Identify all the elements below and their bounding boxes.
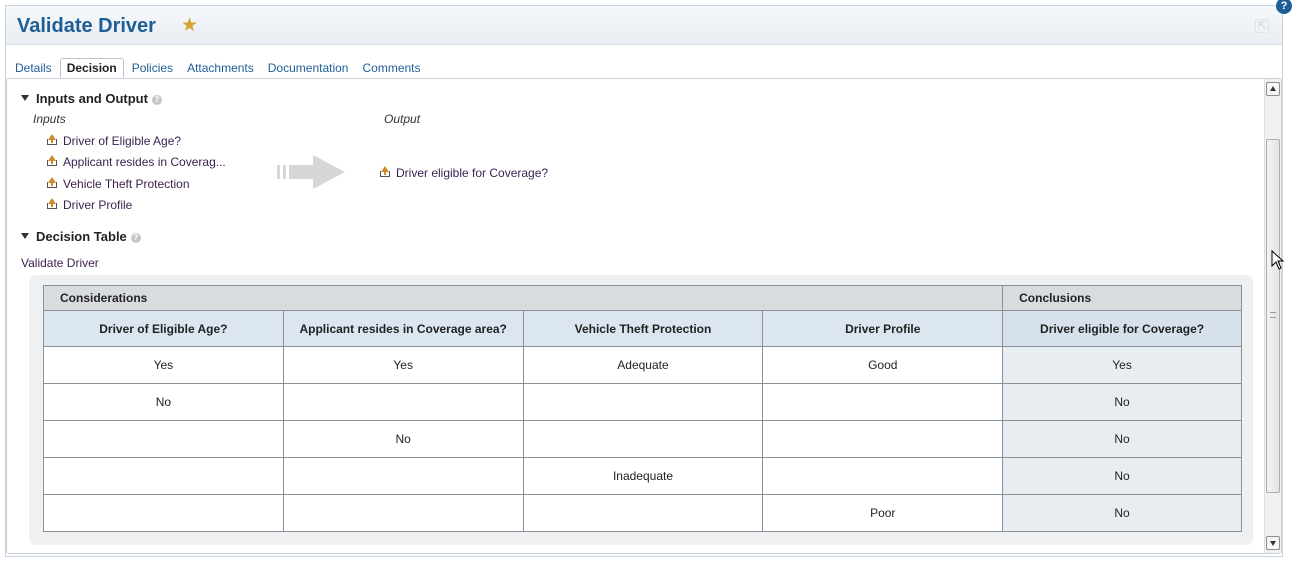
table-cell[interactable]: Inadequate xyxy=(522,457,764,495)
title-bar: Validate Driver ★ ⇱ xyxy=(6,6,1282,45)
decision-table-container: Considerations Conclusions Driver of Eli… xyxy=(29,275,1253,545)
table-cell[interactable] xyxy=(762,420,1004,458)
export-icon xyxy=(46,134,58,146)
tab-policies[interactable]: Policies xyxy=(126,61,179,78)
column-header[interactable]: Applicant resides in Coverage area? xyxy=(282,310,524,347)
mouse-cursor-icon xyxy=(1271,250,1285,270)
table-cell[interactable]: Yes xyxy=(1002,346,1242,384)
column-header[interactable]: Vehicle Theft Protection xyxy=(522,310,764,347)
table-cell[interactable]: No xyxy=(282,420,524,458)
column-header[interactable]: Driver Profile xyxy=(762,310,1004,347)
help-icon[interactable]: ? xyxy=(130,233,141,243)
decision-table-title: Decision Table xyxy=(36,229,127,244)
column-header[interactable]: Driver of Eligible Age? xyxy=(43,310,284,347)
table-cell[interactable] xyxy=(282,494,524,532)
input-item[interactable]: Driver of Eligible Age? xyxy=(46,134,181,148)
table-cell[interactable]: No xyxy=(1002,420,1242,458)
input-item-label: Driver Profile xyxy=(63,198,133,212)
table-cell[interactable]: No xyxy=(1002,383,1242,421)
tab-bar: Details Decision Policies Attachments Do… xyxy=(9,58,427,79)
decision-content: Inputs and Output? Inputs Output Driver … xyxy=(7,79,1264,553)
decision-table: Considerations Conclusions Driver of Eli… xyxy=(42,285,1242,532)
export-icon xyxy=(46,177,58,189)
input-item[interactable]: Driver Profile xyxy=(46,198,132,212)
input-item-label: Vehicle Theft Protection xyxy=(63,177,190,191)
table-cell[interactable]: Adequate xyxy=(522,346,764,384)
column-header[interactable]: Driver eligible for Coverage? xyxy=(1002,310,1242,347)
output-item[interactable]: Driver eligible for Coverage? xyxy=(379,166,548,180)
table-cell[interactable] xyxy=(43,494,284,532)
export-icon xyxy=(46,155,58,167)
decision-table-section-header[interactable]: Decision Table? xyxy=(21,229,141,244)
tab-attachments[interactable]: Attachments xyxy=(181,61,260,78)
export-icon xyxy=(379,166,391,178)
table-cell[interactable] xyxy=(762,383,1004,421)
table-cell[interactable]: Yes xyxy=(43,346,284,384)
input-item-label: Driver of Eligible Age? xyxy=(63,134,182,148)
input-item-label: Applicant resides in Coverag... xyxy=(63,155,226,169)
conclusions-header: Conclusions xyxy=(1002,285,1242,311)
table-cell[interactable]: Good xyxy=(762,346,1004,384)
table-cell[interactable]: No xyxy=(1002,457,1242,495)
table-cell[interactable] xyxy=(43,457,284,495)
right-arrow-icon xyxy=(277,155,345,189)
star-icon[interactable]: ★ xyxy=(181,14,198,37)
page-title: Validate Driver xyxy=(17,15,156,37)
table-cell[interactable] xyxy=(282,383,524,421)
table-cell[interactable] xyxy=(43,420,284,458)
output-label: Output xyxy=(384,112,421,126)
scroll-up-button[interactable] xyxy=(1266,82,1280,96)
decision-panel: Inputs and Output? Inputs Output Driver … xyxy=(6,78,1282,554)
table-cell[interactable] xyxy=(522,494,764,532)
table-cell[interactable]: Yes xyxy=(282,346,524,384)
table-row: Yes Yes Adequate Good Yes xyxy=(43,346,1242,384)
table-cell[interactable]: No xyxy=(43,383,284,421)
table-row: No No xyxy=(43,383,1242,421)
input-item[interactable]: Applicant resides in Coverag... xyxy=(46,155,226,169)
tab-details[interactable]: Details xyxy=(9,61,58,78)
table-cell[interactable] xyxy=(522,420,764,458)
expand-icon[interactable]: ⇱ xyxy=(1255,19,1269,33)
table-row: Inadequate No xyxy=(43,457,1242,495)
inputs-output-title: Inputs and Output xyxy=(36,91,148,106)
help-icon[interactable]: ? xyxy=(1276,0,1292,14)
inputs-label: Inputs xyxy=(33,112,66,126)
scroll-grip-icon xyxy=(1270,312,1276,318)
output-item-label: Driver eligible for Coverage? xyxy=(396,166,549,180)
tab-comments[interactable]: Comments xyxy=(356,61,426,78)
tab-documentation[interactable]: Documentation xyxy=(262,61,355,78)
table-cell[interactable] xyxy=(522,383,764,421)
scroll-thumb[interactable] xyxy=(1266,139,1280,493)
table-cell[interactable] xyxy=(762,457,1004,495)
table-cell[interactable]: No xyxy=(1002,494,1242,532)
table-row: Poor No xyxy=(43,494,1242,532)
help-icon[interactable]: ? xyxy=(151,95,162,105)
decision-table-name: Validate Driver xyxy=(21,256,99,270)
table-cell[interactable] xyxy=(282,457,524,495)
collapse-caret-icon[interactable] xyxy=(21,95,29,101)
table-row: No No xyxy=(43,420,1242,458)
input-item[interactable]: Vehicle Theft Protection xyxy=(46,177,190,191)
scroll-down-button[interactable] xyxy=(1266,536,1280,550)
vertical-scrollbar[interactable] xyxy=(1264,79,1281,553)
tab-decision[interactable]: Decision xyxy=(59,58,124,79)
inputs-output-section-header[interactable]: Inputs and Output? xyxy=(21,91,162,106)
table-cell[interactable]: Poor xyxy=(762,494,1004,532)
considerations-header: Considerations xyxy=(42,285,1004,311)
collapse-caret-icon[interactable] xyxy=(21,233,29,239)
export-icon xyxy=(46,198,58,210)
